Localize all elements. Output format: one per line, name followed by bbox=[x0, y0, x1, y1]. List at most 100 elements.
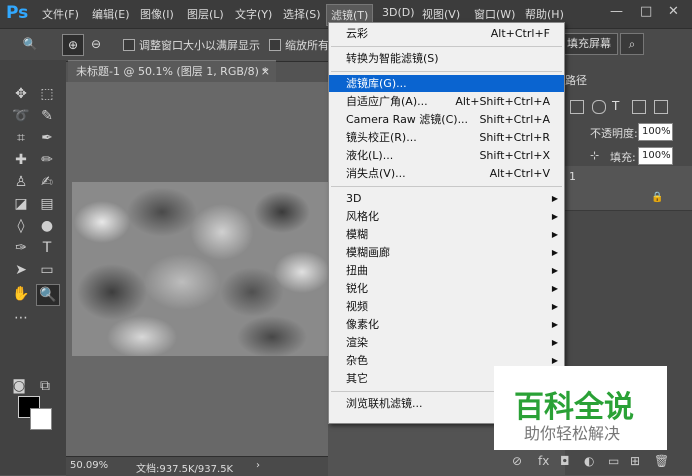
pen-tool-icon[interactable]: ✑ bbox=[10, 238, 32, 258]
lasso-tool-icon[interactable]: ➰ bbox=[10, 106, 32, 126]
menu-separator bbox=[331, 71, 562, 72]
filter-menu: 云彩 Alt+Ctrl+F 转换为智能滤镜(S) 滤镜库(G)... 自适应广角(A).… bbox=[328, 22, 565, 424]
filter-menu-item-label: 3D bbox=[346, 192, 362, 205]
healing-brush-tool-icon[interactable]: ✚ bbox=[10, 150, 32, 170]
menu-edit[interactable]: 编辑(E) bbox=[92, 6, 130, 22]
zoom-in-icon[interactable]: ⊕ bbox=[62, 34, 84, 56]
filter-menu-item-shortcut: Alt+Ctrl+V bbox=[489, 167, 550, 180]
eyedropper-tool-icon[interactable]: ✒ bbox=[36, 128, 58, 148]
zoom-level[interactable]: 50.09% bbox=[70, 460, 108, 471]
lock-pixels-icon[interactable]: ⊹ bbox=[590, 149, 599, 162]
menu-select[interactable]: 选择(S) bbox=[283, 6, 321, 22]
filter-smart-icon[interactable] bbox=[654, 100, 668, 114]
background-layer-row[interactable]: 🔒 bbox=[565, 188, 692, 211]
photoshop-logo: Ps bbox=[6, 3, 29, 23]
menu-help[interactable]: 帮助(H) bbox=[525, 6, 564, 22]
dodge-tool-icon[interactable]: ● bbox=[36, 216, 58, 236]
gradient-tool-icon[interactable]: ▤ bbox=[36, 194, 58, 214]
filter-menu-item[interactable]: 自适应广角(A)... Alt+Shift+Ctrl+A bbox=[329, 93, 564, 110]
menu-view[interactable]: 视图(V) bbox=[422, 6, 460, 22]
close-icon[interactable]: ✕ bbox=[668, 4, 679, 19]
clone-stamp-tool-icon[interactable]: ♙ bbox=[10, 172, 32, 192]
filter-menu-item-shortcut: Shift+Ctrl+A bbox=[479, 113, 550, 126]
marquee-tool-icon[interactable]: ⬚ bbox=[36, 84, 58, 104]
menu-image[interactable]: 图像(I) bbox=[140, 6, 174, 22]
filter-menu-item-shortcut: Alt+Ctrl+F bbox=[490, 27, 550, 40]
filter-menu-item[interactable]: 滤镜库(G)... bbox=[329, 75, 564, 92]
search-icon[interactable]: ⌕ bbox=[620, 33, 644, 55]
path-select-tool-icon[interactable]: ➤ bbox=[10, 260, 32, 280]
resize-windows-checkbox[interactable] bbox=[123, 39, 135, 51]
filter-adjust-icon[interactable] bbox=[592, 100, 606, 114]
filter-menu-item[interactable]: 液化(L)... Shift+Ctrl+X bbox=[329, 147, 564, 164]
filter-menu-item-label: 云彩 bbox=[346, 27, 368, 40]
filter-menu-item-label: 模糊 bbox=[346, 228, 368, 241]
filter-menu-item[interactable]: 像素化 ▶ bbox=[329, 316, 564, 333]
zoom-all-checkbox[interactable] bbox=[269, 39, 281, 51]
filter-menu-item[interactable]: 云彩 Alt+Ctrl+F bbox=[329, 25, 564, 42]
filter-menu-item-label: 浏览联机滤镜... bbox=[346, 397, 423, 410]
filter-type-icon[interactable]: T bbox=[612, 99, 619, 113]
menu-type[interactable]: 文字(Y) bbox=[235, 6, 272, 22]
adjustment-layer-icon[interactable]: ◐ bbox=[584, 454, 594, 468]
filter-menu-item[interactable]: 消失点(V)... Alt+Ctrl+V bbox=[329, 165, 564, 182]
layer-row[interactable]: 1 bbox=[565, 166, 692, 189]
fill-field[interactable]: 100% bbox=[638, 147, 673, 165]
zoom-all-label: 缩放所有 bbox=[285, 39, 329, 52]
background-color-swatch[interactable] bbox=[30, 408, 52, 430]
new-layer-icon[interactable]: ⊞ bbox=[630, 454, 640, 468]
clouds-image[interactable] bbox=[72, 182, 328, 356]
more-tools-icon[interactable]: ⋯ bbox=[10, 308, 32, 328]
quick-select-tool-icon[interactable]: ✎ bbox=[36, 106, 58, 126]
menu-file[interactable]: 文件(F) bbox=[42, 6, 79, 22]
paths-tab[interactable]: 路径 bbox=[565, 72, 587, 88]
filter-menu-item[interactable]: 转换为智能滤镜(S) bbox=[329, 50, 564, 67]
type-tool-icon[interactable]: T bbox=[36, 238, 58, 258]
menu-layer[interactable]: 图层(L) bbox=[187, 6, 224, 22]
status-arrow-icon[interactable]: › bbox=[256, 460, 260, 471]
screen-mode-icon[interactable]: ⧉ bbox=[34, 376, 56, 396]
filter-menu-item[interactable]: 扭曲 ▶ bbox=[329, 262, 564, 279]
filter-menu-item[interactable]: 锐化 ▶ bbox=[329, 280, 564, 297]
filter-menu-item[interactable]: 3D ▶ bbox=[329, 190, 564, 207]
document-tab[interactable]: 未标题-1 @ 50.1% (图层 1, RGB/8) * × bbox=[68, 60, 276, 83]
filter-shape-icon[interactable] bbox=[632, 100, 646, 114]
quick-mask-icon[interactable]: ◙ bbox=[8, 376, 30, 396]
filter-menu-item[interactable]: 视频 ▶ bbox=[329, 298, 564, 315]
maximize-icon[interactable]: □ bbox=[640, 4, 652, 19]
filter-menu-item[interactable]: 镜头校正(R)... Shift+Ctrl+R bbox=[329, 129, 564, 146]
brush-tool-icon[interactable]: ✏ bbox=[36, 150, 58, 170]
blur-tool-icon[interactable]: ◊ bbox=[10, 216, 32, 236]
zoom-tool-icon[interactable]: 🔍 bbox=[36, 284, 60, 306]
hand-tool-icon[interactable]: ✋ bbox=[10, 284, 32, 304]
history-brush-tool-icon[interactable]: ✍ bbox=[36, 172, 58, 192]
menu-window[interactable]: 窗口(W) bbox=[474, 6, 515, 22]
link-layers-icon[interactable]: ⊘ bbox=[512, 454, 522, 468]
move-tool-icon[interactable]: ✥ bbox=[10, 84, 32, 104]
filter-menu-item-shortcut: Shift+Ctrl+R bbox=[479, 131, 550, 144]
fx-icon[interactable]: fx bbox=[538, 454, 549, 468]
opacity-field[interactable]: 100% bbox=[638, 123, 673, 141]
trash-icon[interactable]: 🗑 bbox=[654, 454, 669, 468]
close-tab-icon[interactable]: × bbox=[261, 61, 270, 83]
filter-menu-item-label: 液化(L)... bbox=[346, 149, 394, 162]
add-mask-icon[interactable]: ◘ bbox=[560, 454, 570, 468]
minimize-icon[interactable]: — bbox=[610, 4, 623, 19]
filter-menu-item[interactable]: 模糊 ▶ bbox=[329, 226, 564, 243]
lock-icon: 🔒 bbox=[651, 192, 664, 203]
filter-image-icon[interactable] bbox=[570, 100, 584, 114]
rectangle-tool-icon[interactable]: ▭ bbox=[36, 260, 58, 280]
group-icon[interactable]: ▭ bbox=[608, 454, 619, 468]
filter-menu-item[interactable]: 风格化 ▶ bbox=[329, 208, 564, 225]
menu-3d[interactable]: 3D(D) bbox=[382, 6, 415, 19]
zoom-out-icon[interactable]: ⊖ bbox=[86, 34, 106, 54]
fill-screen-button[interactable]: 填充屏幕 bbox=[560, 33, 618, 55]
eraser-tool-icon[interactable]: ◪ bbox=[10, 194, 32, 214]
filter-menu-item[interactable]: Camera Raw 滤镜(C)... Shift+Ctrl+A bbox=[329, 111, 564, 128]
filter-menu-item[interactable]: 模糊画廊 ▶ bbox=[329, 244, 564, 261]
layer-name: 1 bbox=[569, 170, 576, 183]
zoom-tool-preset-icon[interactable]: 🔍 bbox=[20, 34, 40, 54]
filter-menu-item[interactable]: 渲染 ▶ bbox=[329, 334, 564, 351]
crop-tool-icon[interactable]: ⌗ bbox=[10, 128, 32, 148]
filter-menu-item-shortcut: Shift+Ctrl+X bbox=[479, 149, 550, 162]
